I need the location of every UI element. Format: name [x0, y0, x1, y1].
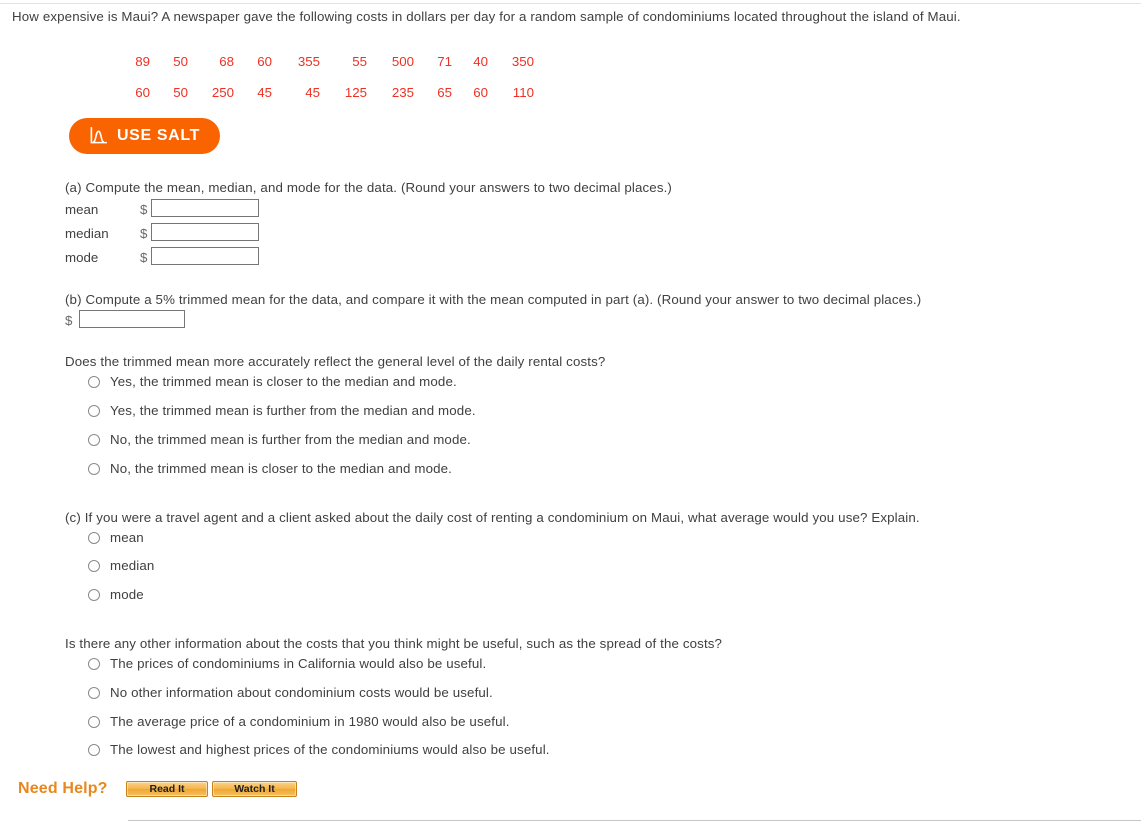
- data-cell: 89: [135, 54, 150, 69]
- radio-button[interactable]: [88, 657, 100, 670]
- option-label: mean: [110, 530, 144, 545]
- mode-label: mode: [65, 250, 99, 265]
- table-row: 60 50 250 45 45 125 235 65 60 110: [118, 77, 534, 108]
- data-cell: 45: [257, 85, 272, 100]
- table-row: 89 50 68 60 355 55 500 71 40 350: [118, 46, 534, 77]
- data-cell: 235: [391, 85, 414, 100]
- use-salt-label: USE SALT: [116, 127, 201, 144]
- data-cell: 65: [437, 85, 452, 100]
- radio-button[interactable]: [88, 404, 100, 417]
- part-b-followup-question: Does the trimmed mean more accurately re…: [65, 354, 606, 369]
- part-c-question: (c) If you were a travel agent and a cli…: [65, 510, 920, 525]
- radio-button[interactable]: [88, 743, 100, 756]
- mode-currency-symbol: $: [140, 250, 148, 265]
- option-label: The average price of a condominium in 19…: [110, 714, 510, 729]
- data-cell: 50: [173, 54, 188, 69]
- data-cell: 250: [211, 85, 234, 100]
- median-label: median: [65, 226, 109, 241]
- option-label: The prices of condominiums in California…: [110, 656, 487, 671]
- part-b-question: (b) Compute a 5% trimmed mean for the da…: [65, 292, 922, 307]
- option-b-0[interactable]: Yes, the trimmed mean is closer to the m…: [88, 374, 457, 389]
- mean-label: mean: [65, 202, 99, 217]
- option-label: Yes, the trimmed mean is closer to the m…: [110, 374, 457, 389]
- trimmed-mean-currency-symbol: $: [65, 313, 73, 328]
- data-cell: 50: [173, 85, 188, 100]
- read-it-button[interactable]: Read It: [126, 781, 208, 797]
- option-label: mode: [110, 587, 144, 602]
- data-cell: 55: [352, 54, 367, 69]
- bell-curve-icon: [89, 127, 108, 145]
- option-b-2[interactable]: No, the trimmed mean is further from the…: [88, 432, 471, 447]
- option-c-2[interactable]: mode: [88, 587, 144, 602]
- option-label: No, the trimmed mean is further from the…: [110, 432, 471, 447]
- radio-button[interactable]: [88, 715, 100, 728]
- data-cell: 500: [391, 54, 414, 69]
- option-c-followup-0[interactable]: The prices of condominiums in California…: [88, 656, 486, 671]
- data-cell: 350: [511, 54, 534, 69]
- part-c-followup-question: Is there any other information about the…: [65, 636, 723, 651]
- data-cell: 110: [512, 85, 534, 100]
- data-cell: 68: [219, 54, 234, 69]
- option-label: The lowest and highest prices of the con…: [110, 742, 550, 757]
- radio-button[interactable]: [88, 588, 100, 601]
- part-a-question: (a) Compute the mean, median, and mode f…: [65, 180, 672, 195]
- mean-input[interactable]: [151, 199, 259, 217]
- watch-it-button[interactable]: Watch It: [212, 781, 297, 797]
- option-b-1[interactable]: Yes, the trimmed mean is further from th…: [88, 403, 476, 418]
- radio-button[interactable]: [88, 531, 100, 544]
- option-c-0[interactable]: mean: [88, 530, 144, 545]
- trimmed-mean-input[interactable]: [79, 310, 185, 328]
- option-label: No other information about condominium c…: [110, 685, 493, 700]
- radio-button[interactable]: [88, 375, 100, 388]
- data-cell: 60: [473, 85, 488, 100]
- option-label: median: [110, 558, 155, 573]
- data-cell: 125: [344, 85, 367, 100]
- radio-button[interactable]: [88, 686, 100, 699]
- option-c-followup-1[interactable]: No other information about condominium c…: [88, 685, 493, 700]
- option-label: No, the trimmed mean is closer to the me…: [110, 461, 452, 476]
- option-c-1[interactable]: median: [88, 558, 154, 573]
- option-label: Yes, the trimmed mean is further from th…: [110, 403, 476, 418]
- option-c-followup-3[interactable]: The lowest and highest prices of the con…: [88, 742, 550, 757]
- median-input[interactable]: [151, 223, 259, 241]
- data-cell: 355: [297, 54, 320, 69]
- median-currency-symbol: $: [140, 226, 148, 241]
- data-cell: 60: [135, 85, 150, 100]
- need-help-label: Need Help?: [18, 780, 108, 797]
- data-cell: 60: [257, 54, 272, 69]
- radio-button[interactable]: [88, 559, 100, 572]
- use-salt-button[interactable]: USE SALT: [69, 118, 220, 154]
- option-c-followup-2[interactable]: The average price of a condominium in 19…: [88, 714, 510, 729]
- data-cell: 71: [437, 54, 452, 69]
- radio-button[interactable]: [88, 462, 100, 475]
- mode-input[interactable]: [151, 247, 259, 265]
- data-cell: 45: [305, 85, 320, 100]
- data-cell: 40: [473, 54, 488, 69]
- radio-button[interactable]: [88, 433, 100, 446]
- data-values-table: 89 50 68 60 355 55 500 71 40 350 60 50 2…: [118, 46, 534, 108]
- mean-currency-symbol: $: [140, 202, 148, 217]
- problem-statement: How expensive is Maui? A newspaper gave …: [12, 9, 961, 24]
- option-b-3[interactable]: No, the trimmed mean is closer to the me…: [88, 461, 452, 476]
- bottom-divider: [128, 820, 1141, 821]
- top-divider: [0, 3, 1141, 4]
